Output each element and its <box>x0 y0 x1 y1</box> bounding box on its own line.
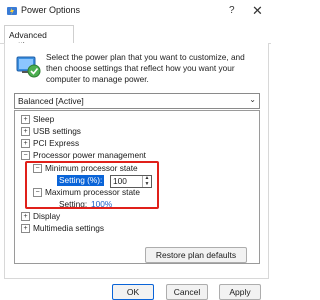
tree-label: Display <box>33 211 61 221</box>
dropdown-value: Balanced [Active] <box>18 96 84 106</box>
power-plan-dropdown[interactable]: Balanced [Active] ⌄ <box>14 93 260 109</box>
tree-label: Sleep <box>33 114 55 124</box>
expand-icon[interactable]: + <box>21 224 30 233</box>
expand-icon[interactable]: + <box>21 139 30 148</box>
ok-button[interactable]: OK <box>112 284 154 300</box>
button-label: Cancel <box>173 287 201 297</box>
restore-defaults-button[interactable]: Restore plan defaults <box>145 247 247 263</box>
button-label: Restore plan defaults <box>155 250 237 260</box>
tree-label: USB settings <box>33 126 81 136</box>
highlight-box <box>25 161 159 209</box>
chevron-down-icon: ⌄ <box>249 95 256 104</box>
power-options-icon <box>7 7 17 15</box>
intro-text: Select the power plan that you want to c… <box>46 52 245 84</box>
tree-label: Processor power management <box>33 150 146 160</box>
apply-button[interactable]: Apply <box>219 284 261 300</box>
button-label: Apply <box>229 287 251 297</box>
tree-label: PCI Express <box>33 138 80 148</box>
help-button[interactable]: ? <box>229 5 235 16</box>
close-button[interactable]: ✕ <box>252 3 263 19</box>
tab-advanced-settings[interactable]: Advanced settings <box>4 25 74 50</box>
collapse-icon[interactable]: − <box>21 151 30 160</box>
power-plan-icon <box>16 56 41 78</box>
expand-icon[interactable]: + <box>21 127 30 136</box>
expand-icon[interactable]: + <box>21 115 30 124</box>
window-title: Power Options <box>21 5 81 15</box>
cancel-button[interactable]: Cancel <box>166 284 208 300</box>
tree-label: Multimedia settings <box>33 223 105 233</box>
expand-icon[interactable]: + <box>21 212 30 221</box>
button-label: OK <box>126 287 140 297</box>
